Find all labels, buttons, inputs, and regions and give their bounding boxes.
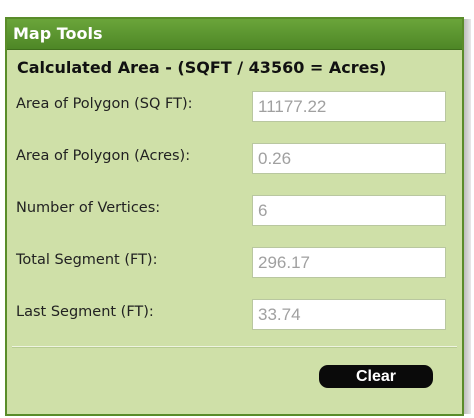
- total-segment-field[interactable]: 296.17: [252, 247, 446, 278]
- area-sqft-label: Area of Polygon (SQ FT):: [16, 96, 193, 112]
- vertices-field[interactable]: 6: [252, 195, 446, 226]
- last-segment-label: Last Segment (FT):: [16, 304, 154, 320]
- area-sqft-row: Area of Polygon (SQ FT): 11177.22: [16, 91, 456, 122]
- total-segment-label: Total Segment (FT):: [16, 252, 158, 268]
- clear-button[interactable]: Clear: [319, 365, 433, 388]
- vertices-label: Number of Vertices:: [16, 200, 161, 216]
- last-segment-field[interactable]: 33.74: [252, 299, 446, 330]
- panel-title: Map Tools: [7, 19, 462, 50]
- area-acres-field[interactable]: 0.26: [252, 143, 446, 174]
- map-tools-panel: Map Tools Calculated Area - (SQFT / 4356…: [5, 17, 471, 416]
- total-segment-row: Total Segment (FT): 296.17: [16, 247, 456, 278]
- area-acres-row: Area of Polygon (Acres): 0.26: [16, 143, 456, 174]
- area-acres-label: Area of Polygon (Acres):: [16, 148, 191, 164]
- divider: [12, 346, 457, 348]
- last-segment-row: Last Segment (FT): 33.74: [16, 299, 456, 330]
- calculated-area-heading: Calculated Area - (SQFT / 43560 = Acres): [17, 58, 387, 77]
- area-sqft-field[interactable]: 11177.22: [252, 91, 446, 122]
- vertices-row: Number of Vertices: 6: [16, 195, 456, 226]
